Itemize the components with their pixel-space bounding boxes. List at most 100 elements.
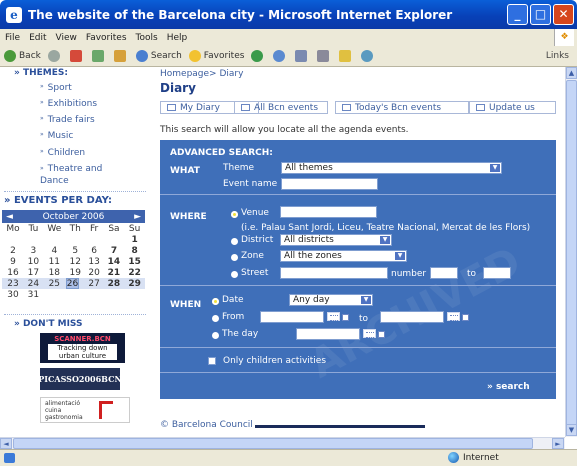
calendar-icon[interactable] [363,329,376,338]
mail-button[interactable] [295,50,310,62]
vertical-scrollbar[interactable]: ▲ ▼ [565,67,577,437]
calendar-day[interactable]: 2 [2,245,24,256]
calendar-day[interactable]: 24 [24,278,43,289]
sidebar-item-sport[interactable]: Sport [40,83,72,93]
calendar-day[interactable]: 4 [43,245,66,256]
menu-favorites[interactable]: Favorites [86,33,127,43]
the-day-input[interactable] [296,328,360,340]
sidebar-item-theatre-dance[interactable]: Theatre and Dance [40,163,120,187]
footer-links-bar[interactable] [255,425,425,428]
calendar-icon[interactable] [327,312,340,321]
calendar-day[interactable]: 6 [85,245,104,256]
calendar-day[interactable]: 29 [124,278,145,289]
history-button[interactable] [273,50,288,62]
stop-button[interactable] [69,50,85,62]
horizontal-scrollbar[interactable]: ◄ ► [0,437,565,449]
calendar-day[interactable]: 31 [24,289,43,300]
calendar-day[interactable]: 5 [66,245,85,256]
only-children-checkbox[interactable] [208,357,216,365]
calendar-day[interactable]: 13 [85,256,104,267]
calendar-day[interactable]: 16 [2,267,24,278]
calendar-day[interactable]: 10 [24,256,43,267]
print-button[interactable] [317,50,332,62]
menu-edit[interactable]: Edit [29,33,46,43]
edit-button[interactable] [339,50,354,62]
scroll-right-icon[interactable]: ► [552,438,564,449]
district-select[interactable]: All districts ▼ [280,234,392,246]
calendar-day[interactable]: 7 [104,245,125,256]
scroll-thumb[interactable] [566,80,577,430]
calendar-day[interactable]: 14 [104,256,125,267]
sidebar-item-exhibitions[interactable]: Exhibitions [40,99,97,109]
district-radio[interactable] [231,238,238,245]
clear-icon[interactable] [378,331,385,338]
scroll-thumb[interactable] [13,438,533,449]
street-radio[interactable] [231,271,238,278]
scroll-left-icon[interactable]: ◄ [0,438,12,449]
from-date-input[interactable] [260,311,324,323]
scanner-bcn-banner[interactable]: SCANNER.BCN Tracking down urban culture [40,333,125,363]
number-from-input[interactable] [430,267,458,279]
home-button[interactable] [113,50,129,62]
venue-input[interactable] [280,206,377,218]
calendar-day[interactable]: 20 [85,267,104,278]
clear-icon[interactable] [342,314,349,321]
calendar-day[interactable]: 22 [124,267,145,278]
date-select[interactable]: Any day ▼ [289,294,373,306]
calendar-day[interactable]: 21 [104,267,125,278]
date-radio[interactable] [212,298,219,305]
menu-tools[interactable]: Tools [136,33,158,43]
calendar-day[interactable]: 28 [104,278,125,289]
minimize-button[interactable]: _ [507,4,528,25]
maximize-button[interactable]: □ [530,4,551,25]
picasso-2006-banner[interactable]: PICASSO2006BCN [38,368,122,390]
calendar-day[interactable]: 15 [124,256,145,267]
street-input[interactable] [280,267,388,279]
links-button[interactable]: Links [546,51,569,61]
calendar-prev-button[interactable]: ◄ [6,212,13,222]
sidebar-item-trade-fairs[interactable]: Trade fairs [40,115,95,125]
breadcrumb[interactable]: Homepage> Diary [160,69,243,79]
gastronomy-banner[interactable]: alimentació cuina gastronomia [40,397,130,423]
calendar-day[interactable]: 9 [2,256,24,267]
sidebar-item-music[interactable]: Music [40,131,74,141]
to-date-input[interactable] [380,311,444,323]
tab-all-bcn-events[interactable]: All Bcn events [234,101,328,114]
scroll-up-icon[interactable]: ▲ [566,67,577,79]
menu-help[interactable]: Help [167,33,188,43]
calendar-icon[interactable] [447,312,460,321]
clear-icon[interactable] [462,314,469,321]
theme-select[interactable]: All themes ▼ [281,162,502,174]
sidebar-item-children[interactable]: Children [40,148,85,158]
calendar-day[interactable]: 30 [2,289,24,300]
from-radio[interactable] [212,315,219,322]
back-button[interactable]: Back [4,50,41,62]
menu-file[interactable]: File [5,33,20,43]
venue-radio[interactable] [231,211,238,218]
tab-todays-bcn-events[interactable]: Today's Bcn events [335,101,469,114]
number-to-input[interactable] [483,267,511,279]
media-button[interactable] [251,50,266,62]
search-button[interactable]: Search [135,50,182,62]
calendar-day[interactable]: 25 [43,278,66,289]
messenger-button[interactable] [361,50,376,62]
calendar-day[interactable]: 3 [24,245,43,256]
scroll-down-icon[interactable]: ▼ [566,424,577,436]
the-day-radio[interactable] [212,332,219,339]
calendar-day[interactable]: 12 [66,256,85,267]
calendar-next-button[interactable]: ► [134,212,141,222]
favorites-button[interactable]: Favorites [188,50,244,62]
menu-view[interactable]: View [56,33,77,43]
calendar-day[interactable]: 18 [43,267,66,278]
refresh-button[interactable] [91,50,107,62]
zone-select[interactable]: All the zones ▼ [280,250,407,262]
calendar-day[interactable]: 17 [24,267,43,278]
calendar-day[interactable]: 27 [85,278,104,289]
forward-button[interactable] [47,50,63,62]
zone-radio[interactable] [231,254,238,261]
calendar-day[interactable]: 11 [43,256,66,267]
calendar-day[interactable]: 8 [124,245,145,256]
event-name-input[interactable] [281,178,378,190]
tab-update-us[interactable]: Update us [469,101,556,114]
calendar-day[interactable]: 1 [124,234,145,245]
